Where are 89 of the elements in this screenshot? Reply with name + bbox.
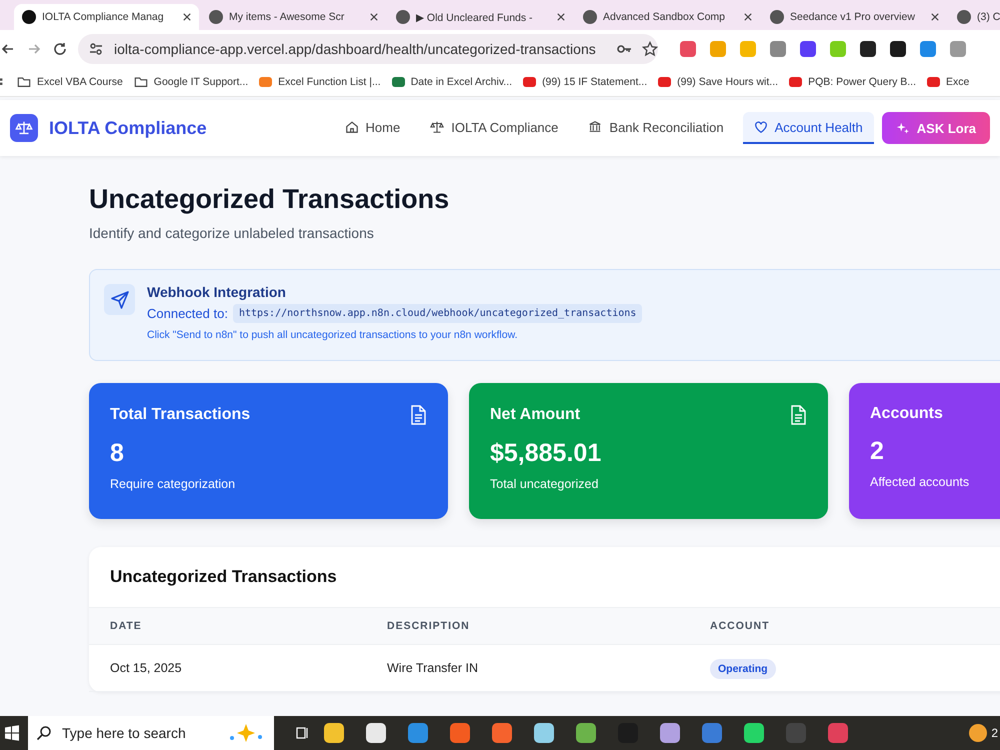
webhook-hint: Click "Send to n8n" to push all uncategorized transactions to your n8n workflow. bbox=[147, 329, 518, 341]
nav-tab[interactable]: IOLTA Compliance bbox=[419, 112, 570, 144]
favicon-icon bbox=[396, 10, 410, 24]
favicon-icon bbox=[209, 10, 223, 24]
taskbar-app-icon[interactable] bbox=[576, 723, 596, 743]
taskbar-app-icon[interactable] bbox=[744, 723, 764, 743]
send-icon bbox=[104, 284, 135, 315]
folder-icon bbox=[17, 75, 31, 89]
search-field[interactable]: Type here to search bbox=[28, 716, 274, 750]
favicon-icon bbox=[770, 10, 784, 24]
favicon-icon bbox=[22, 10, 36, 24]
column-header: DESCRIPTION bbox=[387, 620, 471, 632]
account-tag: Operating bbox=[710, 659, 776, 679]
weather-icon[interactable] bbox=[969, 724, 988, 742]
stat-caption: Total uncategorized bbox=[490, 477, 600, 491]
favicon-icon bbox=[927, 77, 940, 87]
brand-name[interactable]: IOLTA Compliance bbox=[49, 118, 207, 138]
reload-icon[interactable] bbox=[52, 41, 68, 57]
favicon-icon bbox=[957, 10, 971, 24]
bank-icon bbox=[588, 120, 602, 134]
table-title: Uncategorized Transactions bbox=[109, 566, 338, 588]
browser-tab[interactable]: ▶ Old Uncleared Funds - bbox=[388, 4, 573, 30]
document-icon bbox=[789, 405, 807, 425]
stat-value: 8 bbox=[110, 439, 125, 468]
webhook-title: Webhook Integration bbox=[147, 284, 287, 300]
document-icon bbox=[409, 405, 427, 425]
close-icon[interactable] bbox=[557, 13, 565, 21]
extension-icon[interactable] bbox=[800, 41, 816, 57]
browser-tab[interactable]: IOLTA Compliance Manag bbox=[14, 4, 199, 30]
extension-icon[interactable] bbox=[890, 41, 906, 57]
description-cell: Wire Transfer IN bbox=[387, 661, 478, 675]
close-icon[interactable] bbox=[370, 13, 378, 21]
bookmark[interactable]: (99) 15 IF Statement... bbox=[523, 76, 648, 88]
nav-tab[interactable]: Home bbox=[334, 112, 412, 144]
browser-tab[interactable]: My items - Awesome Scr bbox=[201, 4, 386, 30]
bookmark[interactable]: Date in Excel Archiv... bbox=[392, 76, 512, 88]
stat-caption: Affected accounts bbox=[870, 475, 970, 489]
close-icon[interactable] bbox=[744, 13, 752, 21]
scales-icon bbox=[430, 120, 444, 134]
browser-tab[interactable]: Seedance v1 Pro overview bbox=[762, 4, 947, 30]
stat-value: $5,885.01 bbox=[490, 439, 602, 468]
favicon-icon bbox=[658, 77, 672, 87]
stat-label: Accounts bbox=[870, 405, 943, 423]
column-header: ACCOUNT bbox=[710, 620, 770, 632]
webhook-url: https://northsnow.app.n8n.cloud/webhook/uncategorized_transactions bbox=[232, 304, 642, 323]
task-view-icon[interactable] bbox=[294, 725, 310, 741]
scales-icon bbox=[10, 114, 38, 142]
stat-value: 2 bbox=[870, 437, 885, 466]
folder-icon bbox=[134, 75, 148, 89]
taskbar-app-icon[interactable] bbox=[660, 723, 680, 743]
extension-icon[interactable] bbox=[860, 41, 876, 57]
nav-tab[interactable]: Account Health bbox=[742, 112, 874, 144]
bookmark[interactable]: Excel VBA Course bbox=[17, 75, 123, 89]
search-icon bbox=[36, 725, 52, 741]
connected-label: Connected to: bbox=[147, 306, 228, 321]
bookmark[interactable]: PQB: Power Query B... bbox=[789, 76, 916, 88]
favicon-icon bbox=[259, 77, 272, 87]
bookmark[interactable]: Google IT Support... bbox=[134, 75, 248, 89]
page-title: Uncategorized Transactions bbox=[89, 184, 450, 215]
site-settings-icon[interactable] bbox=[88, 41, 104, 57]
taskbar-app-icon[interactable] bbox=[324, 723, 344, 743]
browser-tab[interactable]: (3) C bbox=[949, 4, 1000, 30]
page-subtitle: Identify and categorize unlabeled transactions bbox=[89, 225, 375, 241]
address-bar[interactable]: iolta-compliance-app.vercel.app/dashboard/health/uncategorized-transactions bbox=[78, 34, 658, 64]
favicon-icon bbox=[523, 77, 536, 87]
ask-button[interactable]: ASK Lora bbox=[882, 112, 990, 144]
bookmark[interactable]: (99) Save Hours wit... bbox=[658, 76, 778, 88]
browser-tab[interactable]: Advanced Sandbox Comp bbox=[575, 4, 760, 30]
star-icon[interactable] bbox=[642, 41, 658, 57]
taskbar-app-icon[interactable] bbox=[534, 723, 554, 743]
close-icon[interactable] bbox=[183, 13, 191, 21]
favicon-icon bbox=[789, 77, 802, 87]
stat-label: Net Amount bbox=[490, 406, 580, 424]
column-header: DATE bbox=[110, 620, 143, 632]
stat-caption: Require categorization bbox=[110, 477, 236, 491]
bookmark[interactable]: Excel Function List |... bbox=[259, 76, 381, 88]
close-icon[interactable] bbox=[931, 13, 939, 21]
taskbar-app-icon[interactable] bbox=[366, 723, 386, 743]
clock: 2 bbox=[991, 726, 998, 740]
date-cell: Oct 15, 2025 bbox=[110, 661, 182, 675]
favicon-icon bbox=[392, 77, 405, 87]
windows-icon[interactable] bbox=[4, 725, 20, 741]
sparkle-icon bbox=[896, 121, 910, 135]
bookmark[interactable]: Exce bbox=[927, 76, 970, 88]
house-icon bbox=[344, 120, 359, 134]
nav-tab[interactable]: Bank Reconciliation bbox=[577, 112, 735, 144]
favicon-icon bbox=[583, 10, 597, 24]
heart-icon bbox=[754, 120, 768, 134]
stat-label: Total Transactions bbox=[110, 406, 250, 424]
